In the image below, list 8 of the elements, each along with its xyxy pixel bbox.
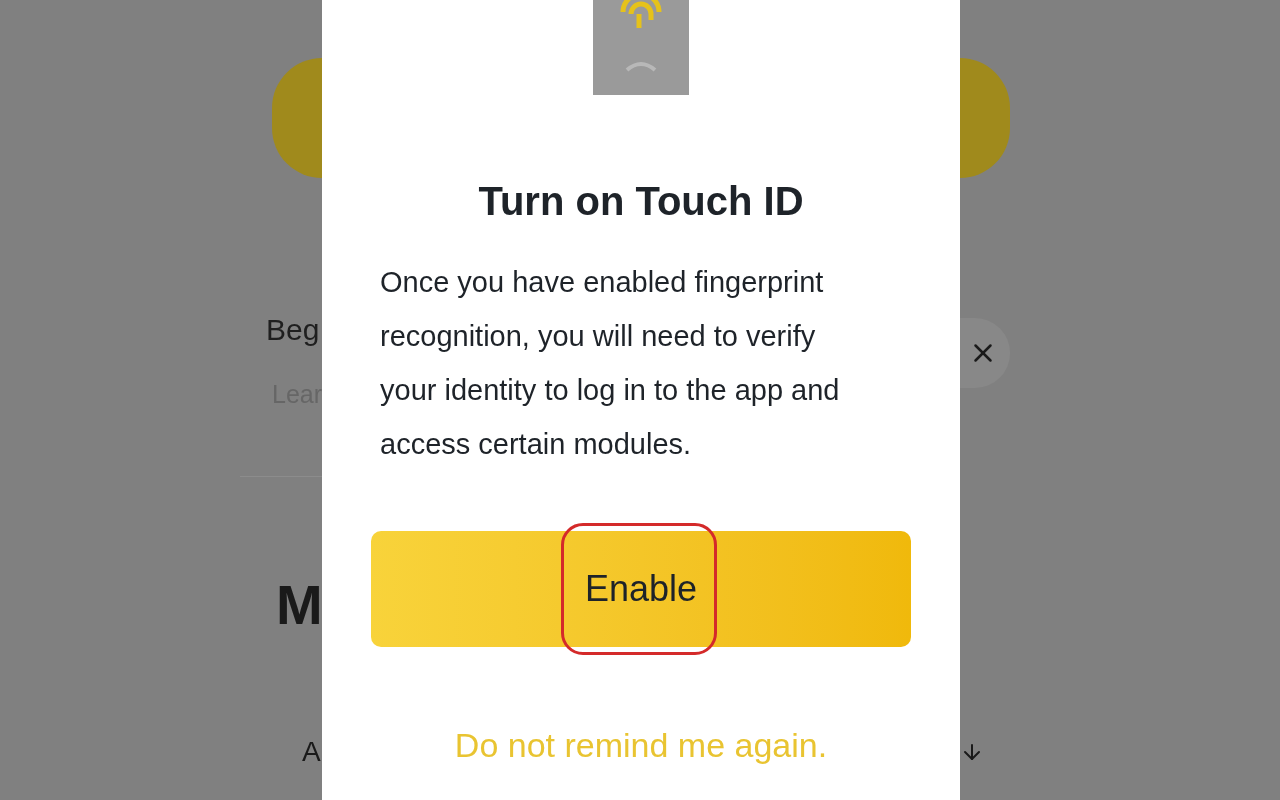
list-item-label[interactable]: A <box>302 735 322 769</box>
enable-button[interactable]: Enable <box>371 531 911 647</box>
dialog-title: Turn on Touch ID <box>478 178 804 225</box>
fingerprint-icon <box>593 0 689 95</box>
section-heading: M <box>276 575 322 635</box>
banner-title: Beg <box>266 312 321 348</box>
dialog-message: Once you have enabled fingerprint recognition, you will need to verify your identity to log in to the app and access certain modules. <box>380 265 841 462</box>
close-button[interactable] <box>960 318 1010 388</box>
